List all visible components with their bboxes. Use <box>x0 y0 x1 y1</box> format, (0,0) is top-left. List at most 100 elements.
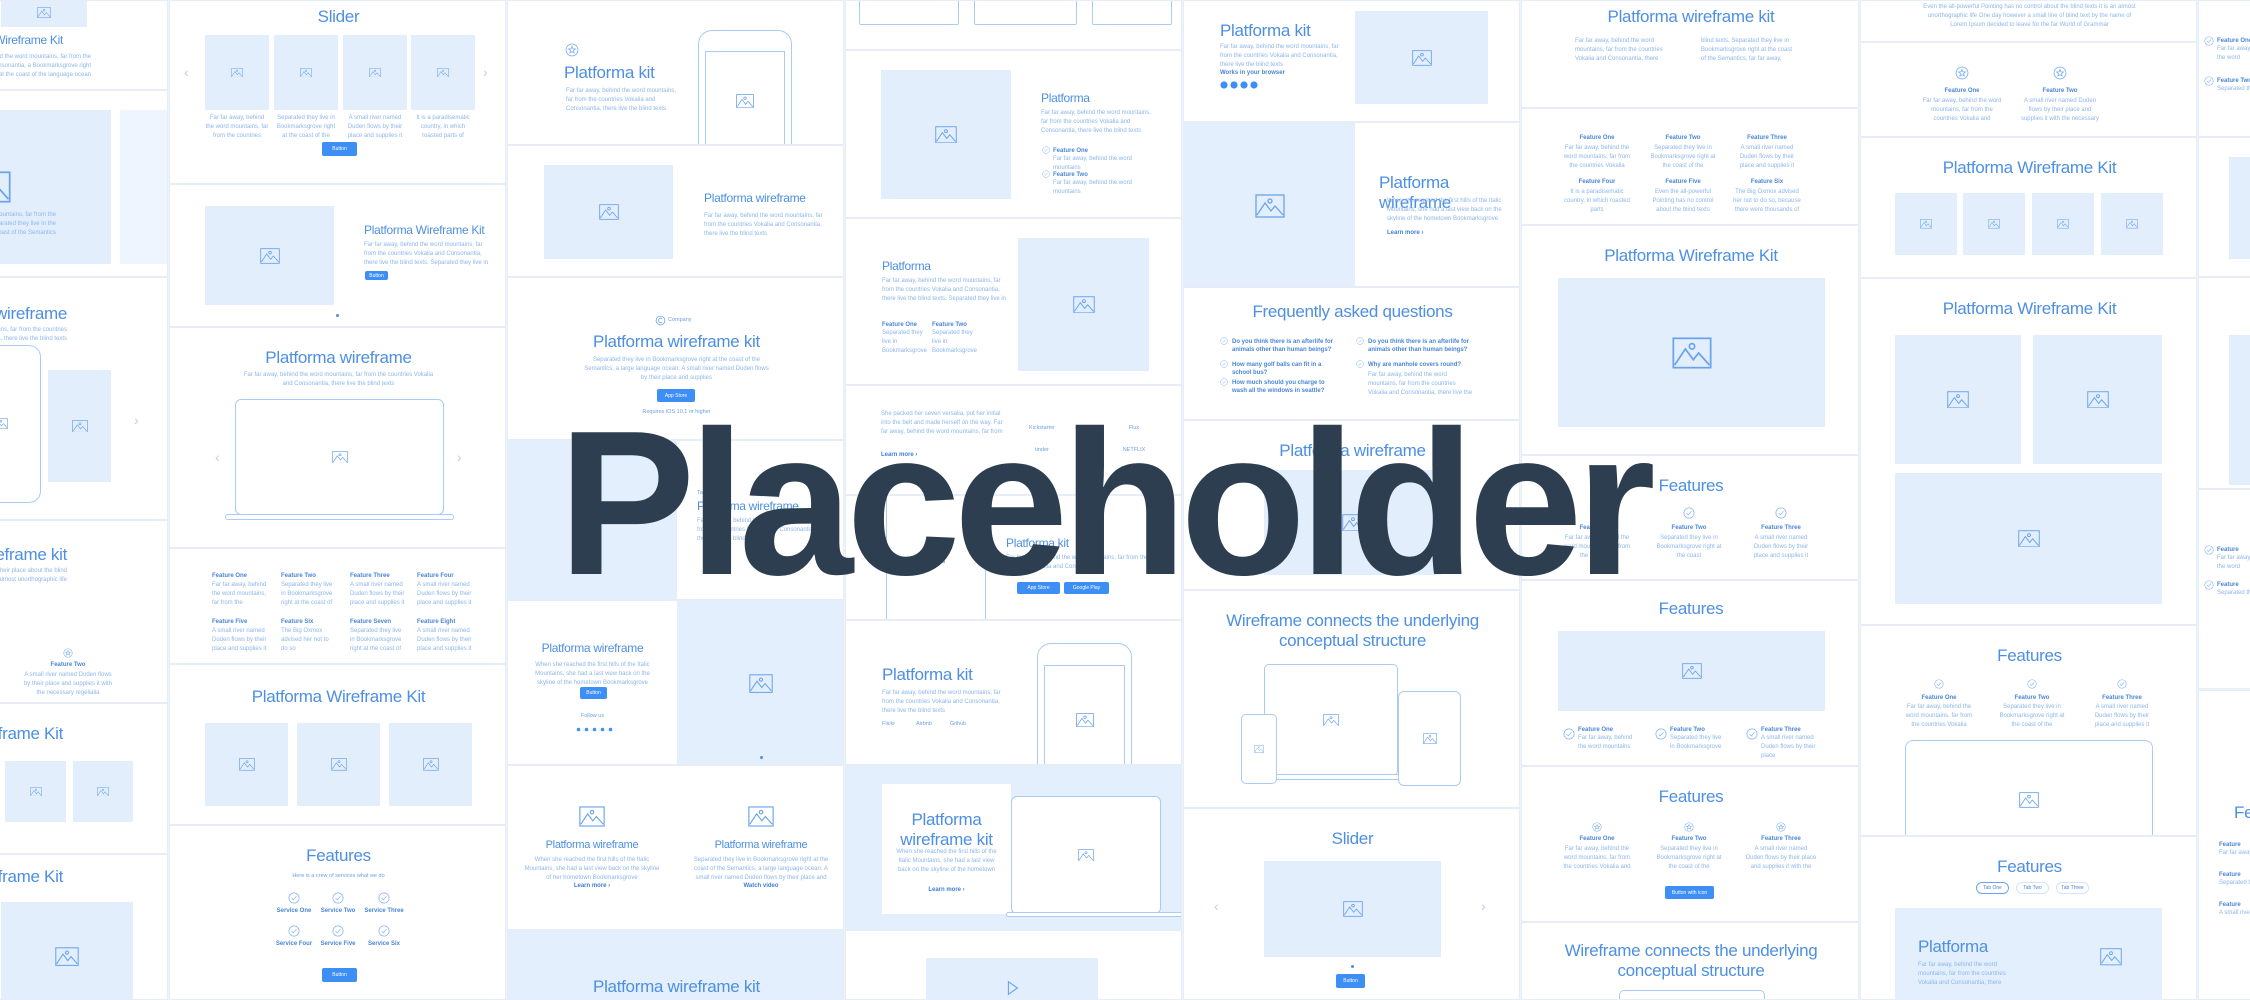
section-title: Platforma wireframe kit <box>0 545 67 564</box>
service-label: Service Four <box>275 941 313 947</box>
chevron-right-icon[interactable]: › <box>457 450 462 464</box>
section-text: When she reached the first hills of the … <box>535 662 650 686</box>
laptop-base <box>1006 912 1181 917</box>
button[interactable]: Button with icon <box>1665 886 1714 899</box>
service-label: Service Five <box>320 941 356 947</box>
feature-text: Separated they live in Bookmarksgrove ri… <box>350 628 402 652</box>
chevron-left-icon[interactable]: ‹ <box>1214 899 1219 913</box>
section-text: blind texts. Separated they live in Book… <box>1701 38 1793 62</box>
image-icon <box>0 171 11 203</box>
button[interactable]: Button <box>322 142 357 156</box>
faq-question: Why are manhole covers round? <box>1368 362 1462 368</box>
star-icon <box>1776 822 1786 832</box>
section-text: When she reached the first hills of the … <box>1387 198 1502 222</box>
button[interactable]: Button <box>365 271 388 280</box>
image-icon <box>2019 792 2039 808</box>
section: Platforma Wireframe Kit <box>0 703 168 854</box>
slider-dot[interactable] <box>1351 965 1354 968</box>
image-icon <box>1072 295 1095 314</box>
image-icon <box>238 758 255 771</box>
feature-text: Separated they live in <box>2217 86 2250 92</box>
feature-text: A small river named Duden flows by their… <box>1753 535 1809 559</box>
slide-caption: Separated they live in Bookmarksgrove ri… <box>276 115 336 139</box>
image-placeholder <box>2101 193 2163 255</box>
feature-text: A small river named Duden flows by their… <box>350 582 405 606</box>
image-placeholder <box>205 723 288 806</box>
section-text: Far far away, behind the word mountains,… <box>243 372 434 387</box>
card-link[interactable]: Learn more › <box>542 883 642 889</box>
feature-label: Feature Two <box>932 322 967 328</box>
button[interactable]: Button <box>580 687 607 699</box>
feature-text: The Big Oxmox advised her not to do so <box>281 628 329 652</box>
section: Platforma Far far away, behind the word m… <box>845 218 1182 385</box>
feature-label: Feature Two <box>2217 78 2250 84</box>
section-title: Platforma <box>882 259 931 273</box>
chevron-right-icon[interactable]: › <box>483 65 488 79</box>
image-icon <box>1988 219 2000 229</box>
feature-label: Feature One <box>1944 88 1980 94</box>
section-title: Features <box>1997 857 2062 876</box>
image-placeholder <box>2229 335 2250 485</box>
section: Feature One Far far away, behind the word… <box>169 548 506 664</box>
section-text: Far far away, behind the word mountains,… <box>1575 38 1663 62</box>
section: Platforma kit Far far away, behind the wo… <box>1183 0 1520 122</box>
browser-icon <box>1230 81 1238 89</box>
section: Platforma Wireframe Kit Far far away, beh… <box>169 184 506 327</box>
feature-label: Feature <box>2219 842 2241 848</box>
section-title: Features <box>306 846 371 865</box>
feature-text: Separated they live in Bookmarksgrove <box>1670 735 1722 750</box>
tab-1[interactable]: Tab One <box>1976 882 2009 894</box>
slider-dot[interactable] <box>336 314 339 317</box>
check-icon <box>1042 170 1050 178</box>
section-title: Platforma kit <box>882 665 973 684</box>
image-icon <box>748 806 774 827</box>
chevron-right-icon[interactable]: › <box>1481 899 1486 913</box>
image-icon <box>300 67 312 78</box>
chevron-right-icon[interactable]: › <box>134 413 139 427</box>
learn-more-link[interactable]: Learn more › <box>1387 230 1447 236</box>
section: Platforma wireframe When she reached the … <box>507 600 844 765</box>
service-label: Service One <box>276 908 312 914</box>
image-icon <box>749 674 773 693</box>
feature-text: Separated they live in Bookmarksgrove ri… <box>281 582 333 606</box>
service-label: Service Two <box>320 908 356 914</box>
slider-dot[interactable] <box>760 756 763 759</box>
section: Wireframe connects the underlying concep… <box>1183 590 1520 808</box>
card-title: Platforma <box>1918 937 1989 956</box>
chevron-left-icon[interactable]: ‹ <box>184 65 189 79</box>
section-text: A small river named Duden flows by their… <box>0 568 67 583</box>
image-icon <box>2100 948 2122 966</box>
image-placeholder <box>297 723 380 806</box>
section-title: Features <box>1658 787 1724 806</box>
feature-text: Far far away, behind the word <box>2217 555 2250 570</box>
image-placeholder <box>343 35 407 110</box>
button[interactable]: Button <box>1336 974 1365 988</box>
section: Platforma Wireframe Kit Far far away, beh… <box>0 0 168 90</box>
image-icon <box>1671 336 1712 369</box>
learn-more-link[interactable]: Learn more › <box>902 887 991 893</box>
image-placeholder <box>274 35 338 110</box>
image-icon <box>331 450 348 464</box>
slide-caption: It is a paradisematic country, in which … <box>416 115 470 139</box>
social-icon <box>600 727 605 732</box>
card-link[interactable]: Watch video <box>711 883 811 889</box>
feature-label: Feature Two <box>50 662 86 668</box>
check-icon <box>2204 76 2214 86</box>
tab-2[interactable]: Tab Two <box>2016 882 2049 894</box>
browser-icon <box>1220 81 1228 89</box>
tab-3[interactable]: Tab Three <box>2056 882 2089 894</box>
feature-label: Feature Two <box>2014 695 2050 701</box>
check-icon <box>332 892 344 904</box>
feature-text: A small river named Duden flows by their… <box>2094 704 2150 728</box>
feature-label: Feature Two <box>2042 88 2078 94</box>
check-icon <box>288 892 300 904</box>
image-icon <box>0 418 8 430</box>
feature-label: Feature <box>2217 547 2239 553</box>
section-title: Features <box>2234 803 2250 822</box>
chevron-left-icon[interactable]: ‹ <box>215 450 220 464</box>
phone-frame <box>1241 714 1277 784</box>
button[interactable]: Button <box>322 968 357 982</box>
image-icon <box>1342 901 1363 917</box>
section-title: Platforma Wireframe Kit <box>0 33 63 47</box>
laptop-frame <box>1011 796 1161 914</box>
